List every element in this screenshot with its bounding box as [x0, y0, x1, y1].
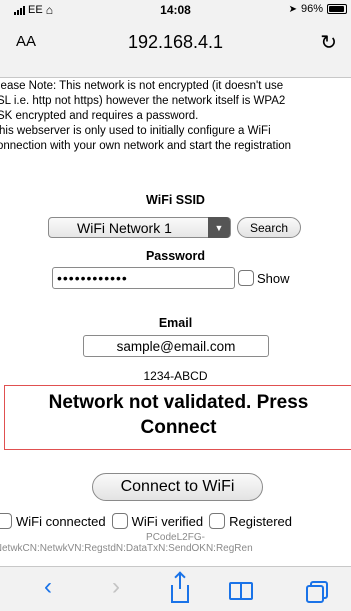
device-code: 1234-ABCD [143, 369, 208, 383]
status-message: Network not validated. Press Connect [5, 390, 351, 440]
reload-icon[interactable]: ↻ [320, 30, 337, 55]
address-bar: AA 192.168.4.1 ↻ [0, 20, 351, 78]
password-row: •••••••••••• Show [52, 267, 290, 289]
back-icon[interactable]: ‹ [33, 573, 63, 601]
status-message-line: Connect [140, 417, 217, 438]
registered-checkbox[interactable] [209, 513, 226, 529]
status-message-line: Network not validated. Press [48, 392, 309, 413]
bookmarks-icon[interactable] [229, 582, 253, 600]
note-line: lease Note: This network is not encrypte… [0, 80, 284, 92]
ssid-select[interactable]: WiFi Network 1 ▼ [48, 217, 231, 238]
wifi-verified-label: WiFi verified [131, 513, 204, 529]
note-line: SL i.e. http not https) however the netw… [0, 95, 286, 107]
tabs-icon[interactable] [306, 581, 328, 603]
status-box: Network not validated. Press Connect [4, 385, 351, 450]
show-password-checkbox[interactable] [238, 270, 254, 286]
wifi-verified-checkbox[interactable] [111, 513, 128, 529]
browser-toolbar: ‹ › [0, 566, 351, 611]
ssid-row: WiFi Network 1 ▼ Search [48, 217, 302, 238]
page-content: lease Note: This network is not encrypte… [0, 79, 351, 566]
ssid-label: WiFi SSID [146, 193, 205, 207]
email-label: Email [158, 316, 193, 330]
show-password-label: Show [257, 270, 290, 286]
forward-icon[interactable]: › [101, 573, 131, 601]
password-label: Password [145, 249, 206, 263]
status-codes: :NetwkCN:NetwkVN:RegstdN:DataTxN:SendOKN… [0, 543, 253, 554]
search-button[interactable]: Search [237, 217, 302, 238]
show-password: Show [238, 270, 290, 286]
share-icon[interactable] [171, 573, 189, 603]
pcode-text: PCodeL2FG- [146, 532, 205, 543]
note-line: SK encrypted and requires a password. [0, 110, 199, 122]
battery-icon [327, 4, 347, 14]
password-field[interactable]: •••••••••••• [52, 267, 235, 289]
location-icon: ➤ [288, 3, 297, 15]
email-field[interactable]: sample@email.com [83, 335, 269, 357]
chevron-down-icon: ▼ [208, 217, 230, 238]
status-checks: WiFi connected WiFi verified Registered [0, 513, 351, 529]
registered-label: Registered [229, 513, 292, 529]
note-line: onnection with your own network and star… [0, 140, 292, 152]
url-field[interactable]: 192.168.4.1 [0, 32, 351, 53]
wifi-connected-checkbox[interactable] [0, 513, 12, 529]
security-note: lease Note: This network is not encrypte… [0, 79, 351, 154]
status-right: ➤ 96% [289, 3, 347, 15]
ssid-selected: WiFi Network 1 [77, 219, 172, 236]
wifi-connected-label: WiFi connected [16, 513, 106, 529]
connect-button[interactable]: Connect to WiFi [92, 473, 263, 501]
battery-percent: 96% [300, 3, 323, 15]
status-bar: EE ⌂ 14:08 ➤ 96% [0, 0, 351, 20]
note-line: his webserver is only used to initially … [0, 125, 271, 137]
